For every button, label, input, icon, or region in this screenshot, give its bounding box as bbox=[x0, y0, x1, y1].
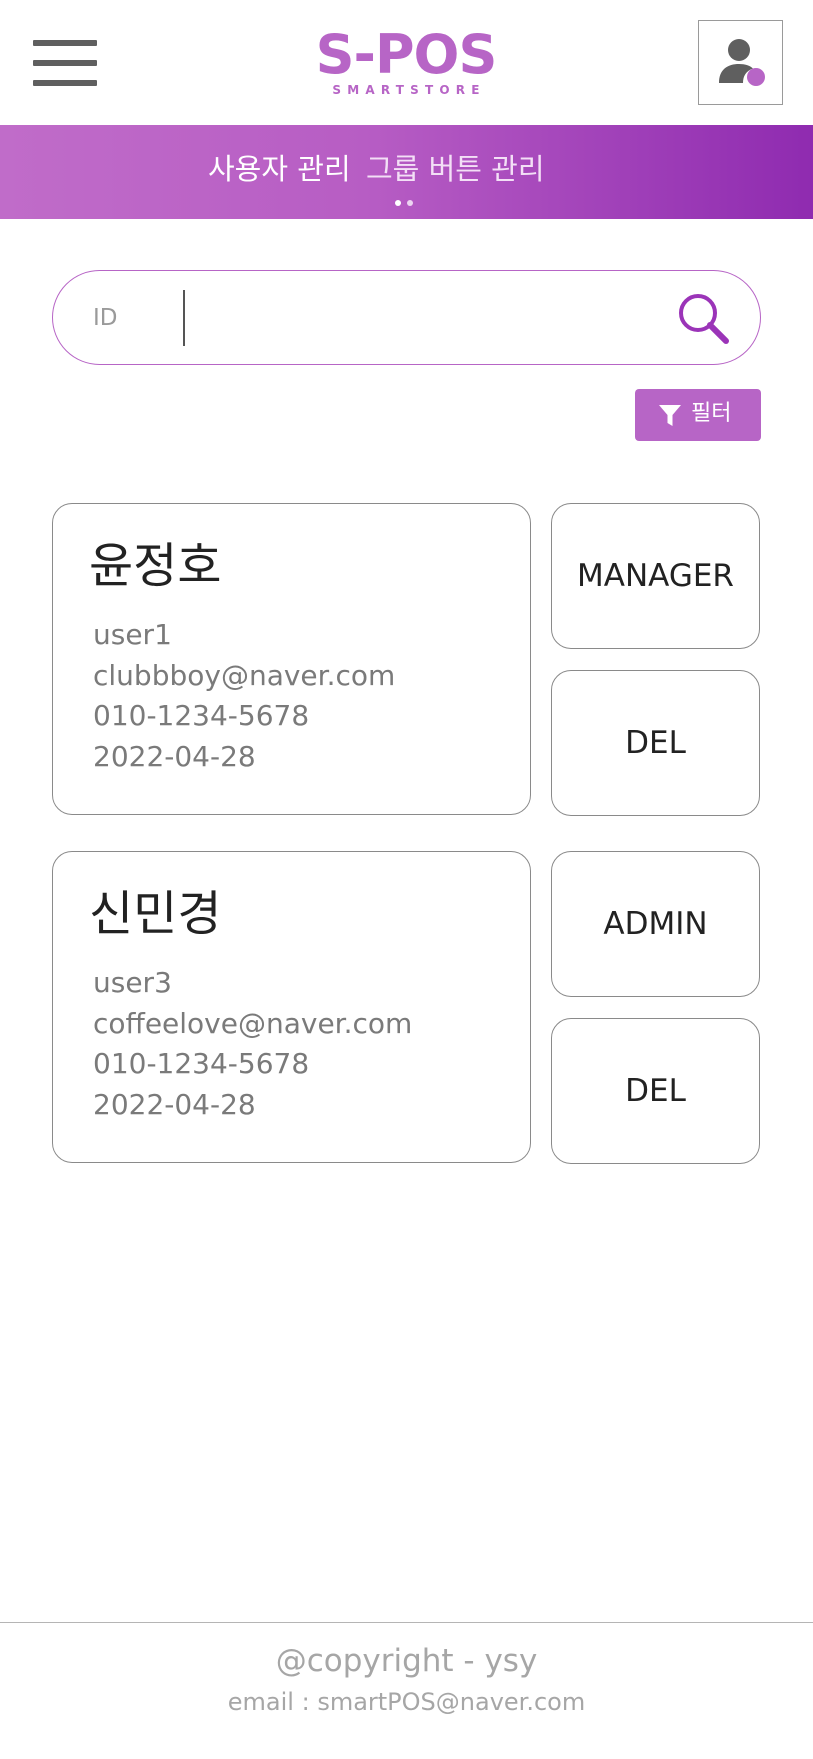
filter-icon bbox=[659, 405, 681, 426]
menu-line bbox=[33, 80, 97, 86]
tab-group-button-management[interactable]: 그룹 버튼 관리 bbox=[366, 151, 545, 187]
user-phone: 010-1234-5678 bbox=[93, 699, 310, 732]
user-profile-icon bbox=[719, 39, 765, 86]
footer: @copyright - ysy email : smartPOS@naver.… bbox=[0, 1622, 813, 1759]
search-bar: ID bbox=[52, 270, 761, 365]
logo-title: S-POS bbox=[315, 23, 498, 86]
search-field-label: ID bbox=[93, 305, 118, 331]
delete-button[interactable]: DEL bbox=[551, 670, 760, 816]
search-divider bbox=[183, 290, 185, 346]
search-icon[interactable] bbox=[673, 289, 733, 349]
tab-banner: 사용자 관리 그룹 버튼 관리 bbox=[0, 125, 813, 219]
role-button[interactable]: MANAGER bbox=[551, 503, 760, 649]
user-date: 2022-04-28 bbox=[93, 1088, 256, 1121]
user-name: 신민경 bbox=[89, 886, 222, 942]
footer-email: email : smartPOS@naver.com bbox=[227, 1688, 586, 1716]
user-date: 2022-04-28 bbox=[93, 740, 256, 773]
logo-subtitle: SMARTSTORE bbox=[332, 83, 486, 97]
delete-button[interactable]: DEL bbox=[551, 1018, 760, 1164]
user-email: clubbboy@naver.com bbox=[93, 659, 396, 692]
app-header: S-POS SMARTSTORE bbox=[0, 0, 813, 125]
filter-label: 필터 bbox=[691, 401, 732, 426]
menu-line bbox=[33, 60, 97, 66]
menu-line bbox=[33, 40, 97, 46]
page-indicator bbox=[395, 200, 419, 206]
filter-button[interactable]: 필터 bbox=[635, 389, 761, 441]
hamburger-menu-icon[interactable] bbox=[33, 40, 97, 86]
user-card[interactable]: 윤정호 user1 clubbboy@naver.com 010-1234-56… bbox=[52, 503, 531, 815]
role-button[interactable]: ADMIN bbox=[551, 851, 760, 997]
profile-button[interactable] bbox=[698, 20, 783, 105]
user-email: coffeelove@naver.com bbox=[93, 1007, 413, 1040]
user-id: user3 bbox=[93, 966, 172, 999]
page-dot bbox=[407, 200, 413, 206]
page-dot-active bbox=[395, 200, 401, 206]
footer-copyright: @copyright - ysy bbox=[275, 1643, 538, 1679]
user-name: 윤정호 bbox=[89, 538, 222, 594]
user-id: user1 bbox=[93, 618, 172, 651]
tab-user-management[interactable]: 사용자 관리 bbox=[208, 151, 351, 187]
user-phone: 010-1234-5678 bbox=[93, 1047, 310, 1080]
app-logo[interactable]: S-POS SMARTSTORE bbox=[300, 23, 512, 97]
user-card[interactable]: 신민경 user3 coffeelove@naver.com 010-1234-… bbox=[52, 851, 531, 1163]
search-input[interactable] bbox=[193, 291, 693, 345]
